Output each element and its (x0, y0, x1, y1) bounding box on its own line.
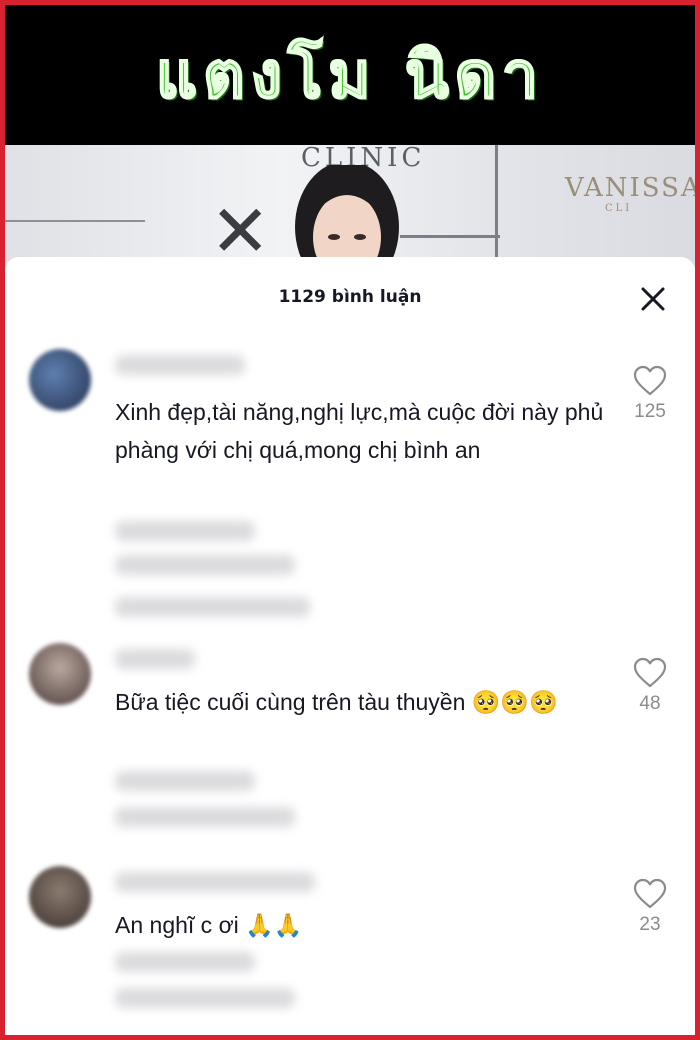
heart-outline-icon (633, 878, 667, 909)
comment-text: Xinh đẹp,tài năng,nghị lực,mà cuộc đời n… (115, 399, 604, 463)
view-replies-blurred (115, 597, 310, 617)
heart-outline-icon (633, 365, 667, 396)
comment-item: Xinh đẹp,tài năng,nghị lực,mà cuộc đời n… (5, 345, 695, 625)
like-button[interactable]: 23 (625, 878, 675, 936)
comment-meta-blurred (115, 952, 255, 972)
comment-text: An nghĩ c ơi 🙏🙏 (115, 912, 303, 938)
reply-link-blurred (115, 555, 295, 575)
close-button[interactable] (635, 281, 671, 317)
like-button[interactable]: 48 (625, 657, 675, 715)
video-title-banner: แตงโม นิดา (5, 5, 695, 145)
comment-text: Bữa tiệc cuối cùng trên tàu thuyền 🥺🥺🥺 (115, 689, 558, 715)
person-figure (295, 165, 399, 267)
username-blurred (115, 649, 195, 669)
video-overlay-title: แตงโม นิดา (155, 38, 545, 114)
backdrop-board-line-horizontal (400, 235, 500, 238)
backdrop-sign-right-sub: CLI (605, 203, 633, 214)
like-count: 23 (639, 914, 661, 935)
like-count: 48 (639, 693, 661, 714)
app-frame: แตงโม นิดา CLINIC ✕ VANISSA CLI 1129 bìn… (5, 5, 695, 1035)
username-blurred (115, 355, 245, 375)
comment-item: An nghĩ c ơi 🙏🙏 23 (5, 862, 695, 1035)
comments-count: 1129 bình luận (278, 287, 422, 307)
backdrop-line (5, 220, 145, 222)
avatar[interactable] (29, 866, 91, 928)
heart-outline-icon (633, 657, 667, 688)
backdrop-board-line (495, 145, 498, 267)
comment-meta-blurred (115, 771, 255, 791)
reply-link-blurred (115, 807, 295, 827)
like-count: 125 (634, 401, 666, 422)
comment-item: Bữa tiệc cuối cùng trên tàu thuyền 🥺🥺🥺 4… (5, 639, 695, 849)
video-frame: CLINIC ✕ VANISSA CLI (5, 143, 695, 267)
reply-link-blurred (115, 988, 295, 1008)
like-button[interactable]: 125 (625, 365, 675, 423)
comments-sheet: 1129 bình luận Xinh đẹp,tài năng,nghị lự… (5, 257, 695, 1035)
video-player[interactable]: แตงโม นิดา CLINIC ✕ VANISSA CLI (5, 5, 695, 267)
close-icon (641, 287, 665, 311)
username-blurred (115, 872, 315, 892)
avatar[interactable] (29, 643, 91, 705)
comments-header: 1129 bình luận (5, 257, 695, 337)
avatar[interactable] (29, 349, 91, 411)
backdrop-sign-right: VANISSA (565, 173, 695, 203)
comment-meta-blurred (115, 521, 255, 541)
